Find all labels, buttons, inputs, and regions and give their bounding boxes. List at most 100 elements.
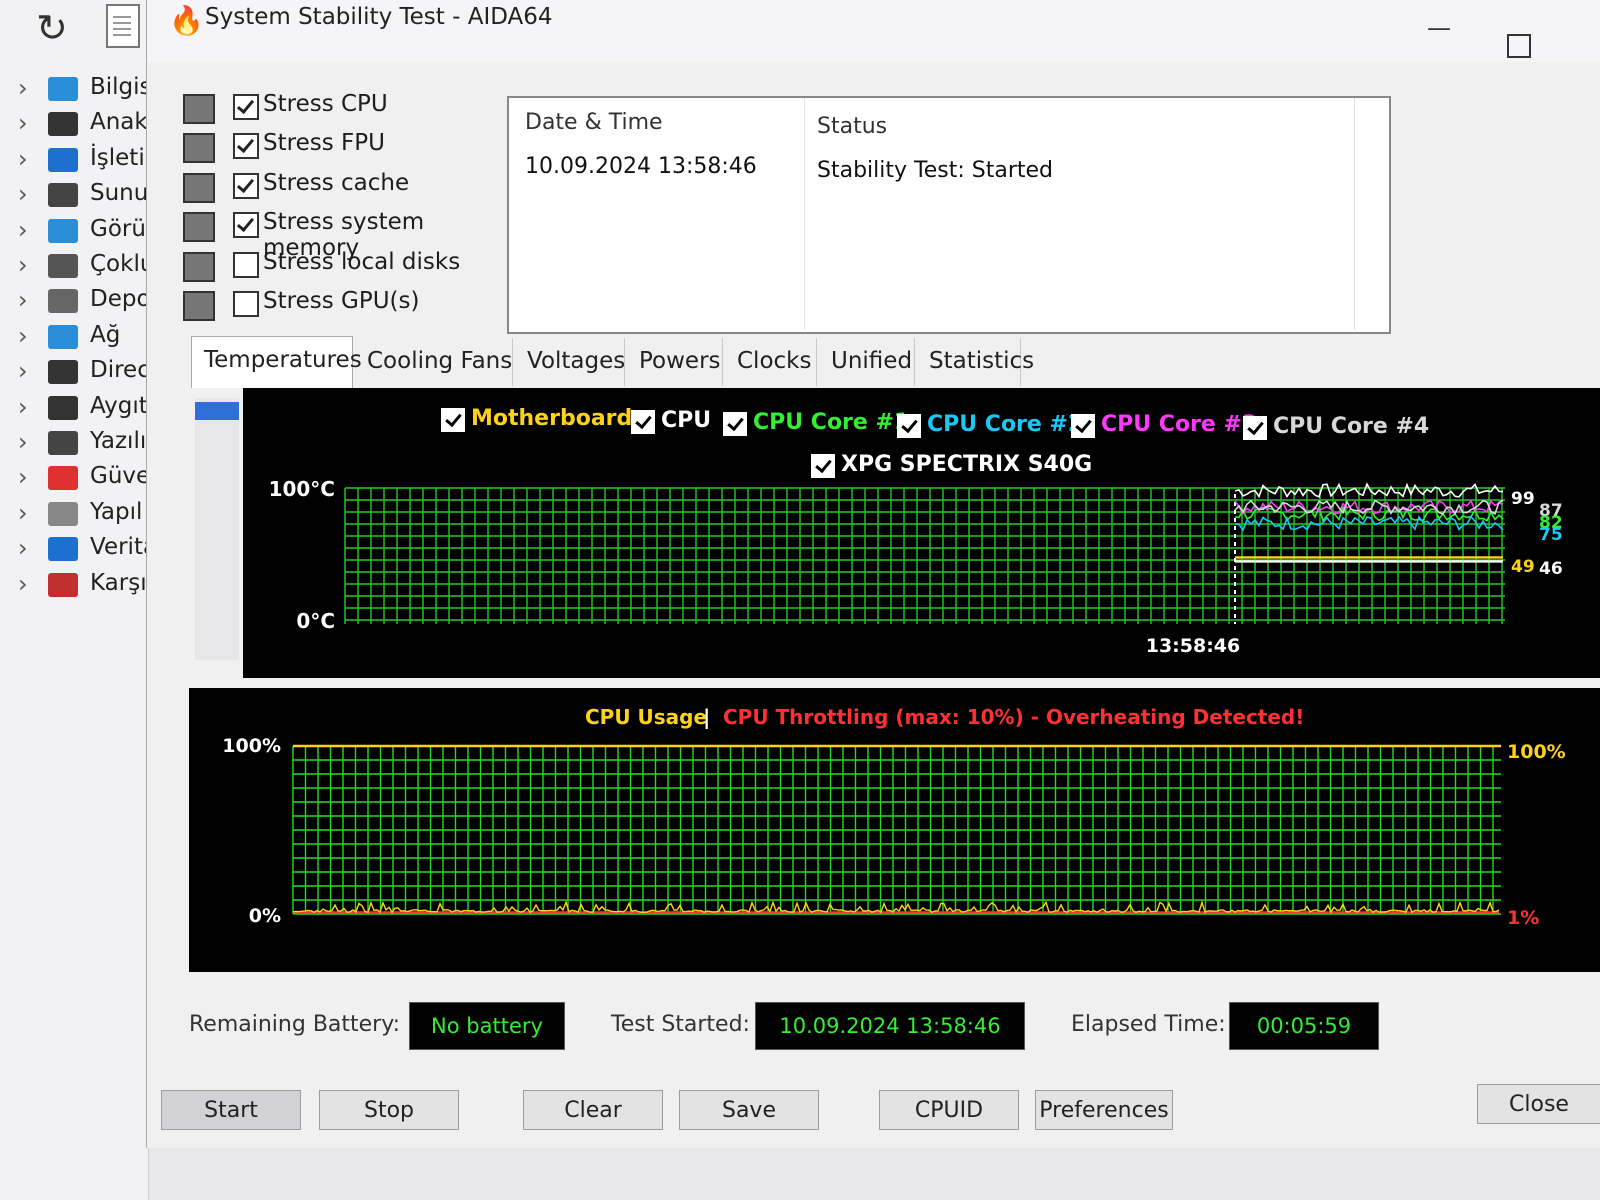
directx-icon (48, 360, 78, 385)
col-datetime-header[interactable]: Date & Time (525, 110, 663, 135)
title-separator: | (703, 705, 710, 729)
storage-icon (48, 289, 78, 314)
stress-option[interactable]: Stress system memory (183, 208, 513, 261)
chevron-right-icon[interactable]: › (18, 74, 28, 102)
tree-item-label: Anak (90, 109, 148, 136)
tree-item-label: Bilgis (90, 74, 148, 100)
chevron-right-icon[interactable]: › (18, 570, 28, 598)
minimize-button[interactable]: — (1427, 14, 1451, 42)
tree-item-label: Sunu (90, 180, 148, 207)
tree-item-label: Ağ (90, 321, 121, 348)
stop-button[interactable]: Stop (319, 1090, 459, 1130)
temperature-scroll[interactable] (195, 398, 239, 660)
tab-voltages[interactable]: Voltages (515, 338, 625, 386)
cpuid-button[interactable]: CPUID (879, 1090, 1019, 1130)
tree-item-label: Depo (90, 286, 148, 313)
tree-item[interactable]: › Aygıt (0, 391, 148, 425)
tree-item[interactable]: › Verita (0, 532, 148, 566)
fpu-icon (183, 133, 215, 164)
tab-cooling-fans[interactable]: Cooling Fans (355, 338, 513, 386)
tree-item[interactable]: › Anak (0, 107, 148, 141)
stress-option[interactable]: Stress cache (183, 169, 513, 205)
tab-temperatures[interactable]: Temperatures (191, 336, 362, 388)
stress-option-label: Stress CPU (263, 91, 388, 117)
chevron-right-icon[interactable]: › (18, 180, 28, 208)
stress-checkbox[interactable] (233, 212, 259, 239)
elapsed-time-label: Elapsed Time: (1071, 1012, 1226, 1037)
stress-option-label: Stress FPU (263, 130, 385, 157)
tree-item[interactable]: › Güve (0, 461, 148, 495)
stress-checkbox[interactable] (233, 133, 259, 160)
column-separator (804, 98, 805, 330)
chevron-right-icon[interactable]: › (18, 109, 28, 137)
navigation-tree: ↻ › Bilgis › Anak › İşletir › Sunu › Görü › Çoklu › D… (0, 0, 149, 1200)
chevron-right-icon[interactable]: › (18, 216, 28, 244)
stress-option[interactable]: Stress local disks (183, 248, 513, 284)
clear-button[interactable]: Clear (523, 1090, 663, 1130)
save-button[interactable]: Save (679, 1090, 819, 1130)
tab-powers[interactable]: Powers (627, 338, 723, 386)
tree-item[interactable]: › Direc (0, 355, 148, 389)
stress-checkbox[interactable] (233, 172, 259, 199)
close-button[interactable]: Close (1477, 1084, 1600, 1124)
y-max-label: 100% (222, 735, 281, 757)
chevron-right-icon[interactable]: › (18, 322, 28, 350)
tree-item[interactable]: › Karşıl (0, 568, 148, 602)
tree-item[interactable]: › Ağ (0, 320, 148, 354)
stress-checkbox[interactable] (233, 251, 259, 278)
test-started-label: Test Started: (611, 1012, 750, 1037)
window-title: System Stability Test - AIDA64 (205, 4, 553, 30)
value-label: 99 (1511, 489, 1535, 509)
tab-unified[interactable]: Unified (819, 338, 915, 386)
tree-item[interactable]: › Yazılı (0, 426, 148, 460)
windows-icon (48, 147, 78, 172)
tree-item-label: İşletir (90, 144, 148, 171)
tree-toolbar: ↻ (0, 0, 148, 62)
chevron-right-icon[interactable]: › (18, 393, 28, 421)
value-label: 46 (1539, 559, 1563, 579)
preferences-button[interactable]: Preferences (1035, 1090, 1173, 1130)
chevron-right-icon[interactable]: › (18, 251, 28, 279)
y-min-label: 0°C (296, 609, 335, 633)
chevron-right-icon[interactable]: › (18, 145, 28, 173)
scroll-thumb[interactable] (195, 402, 239, 420)
status-log[interactable]: Date & Time Status 10.09.2024 13:58:46 S… (507, 96, 1391, 334)
tree-item-label: Çoklu (90, 251, 148, 277)
temperature-chart: 100°C0°C13:58:469987827549 46 (269, 477, 1563, 657)
refresh-icon[interactable]: ↻ (36, 6, 68, 50)
tree-item[interactable]: › Sunu (0, 178, 148, 212)
battery-value: No battery (409, 1002, 565, 1050)
col-status-header[interactable]: Status (817, 114, 887, 139)
stress-checkbox[interactable] (233, 291, 259, 317)
server-icon (48, 183, 78, 208)
tree-item[interactable]: › Çoklu (0, 249, 148, 283)
stability-test-window: 🔥 System Stability Test - AIDA64 — Stres… (146, 0, 1600, 1148)
tree-item[interactable]: › Yapıl (0, 497, 148, 531)
stress-option[interactable]: Stress CPU (183, 90, 513, 126)
stress-option[interactable]: Stress FPU (183, 129, 513, 165)
tree-item[interactable]: › İşletir (0, 143, 148, 177)
value-label: 49 (1511, 557, 1535, 577)
tree-item[interactable]: › Depo (0, 284, 148, 318)
maximize-button[interactable] (1507, 34, 1531, 58)
stress-checkbox[interactable] (233, 94, 259, 120)
chevron-right-icon[interactable]: › (18, 499, 28, 527)
chevron-right-icon[interactable]: › (18, 463, 28, 491)
tab-clocks[interactable]: Clocks (725, 338, 817, 386)
chevron-right-icon[interactable]: › (18, 357, 28, 385)
tree-item-label: Verita (90, 534, 148, 561)
log-datetime: 10.09.2024 13:58:46 (525, 154, 757, 179)
tree-item[interactable]: › Bilgis (0, 72, 148, 106)
test-started-value: 10.09.2024 13:58:46 (755, 1002, 1025, 1050)
report-icon[interactable] (106, 4, 140, 48)
chevron-right-icon[interactable]: › (18, 428, 28, 456)
tree-item[interactable]: › Görü (0, 214, 148, 248)
stress-option[interactable]: Stress GPU(s) (183, 287, 513, 323)
log-status: Stability Test: Started (817, 158, 1053, 183)
start-button[interactable]: Start (161, 1090, 301, 1130)
tab-statistics[interactable]: Statistics (917, 338, 1034, 386)
stress-option-label: Stress cache (263, 169, 410, 196)
chevron-right-icon[interactable]: › (18, 534, 28, 562)
column-separator (1354, 98, 1355, 330)
chevron-right-icon[interactable]: › (18, 286, 28, 314)
